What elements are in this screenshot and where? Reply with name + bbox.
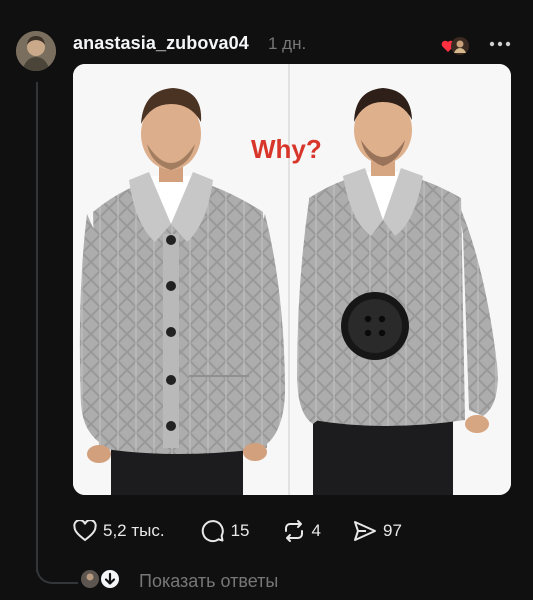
repost-icon (284, 520, 303, 542)
reply-avatars[interactable] (80, 568, 124, 590)
repost-count: 4 (311, 521, 321, 540)
avatar[interactable] (16, 31, 56, 71)
comment-icon (201, 520, 224, 543)
more-icon[interactable] (488, 34, 512, 54)
heart-icon (73, 520, 97, 542)
image-caption: Why? (251, 134, 322, 164)
comment-button[interactable]: 15 (201, 519, 250, 543)
like-button[interactable]: 5,2 тыс. (73, 520, 165, 542)
show-replies-link[interactable]: Показать ответы (139, 571, 278, 592)
post-actions: 5,2 тыс. 15 4 97 (73, 517, 402, 545)
thread-line (36, 82, 38, 572)
post-image[interactable]: Why? (73, 64, 511, 495)
heart-badge-icon[interactable] (440, 35, 472, 57)
thread-curve (36, 560, 78, 584)
share-count: 97 (382, 521, 402, 540)
post-time: 1 дн. (268, 34, 307, 53)
share-button[interactable]: 97 (353, 519, 402, 543)
share-icon (353, 521, 376, 541)
repost-button[interactable]: 4 (282, 519, 321, 543)
like-count: 5,2 тыс. (103, 521, 165, 540)
comment-count: 15 (230, 521, 250, 540)
username[interactable]: anastasia_zubova04 (73, 33, 249, 54)
